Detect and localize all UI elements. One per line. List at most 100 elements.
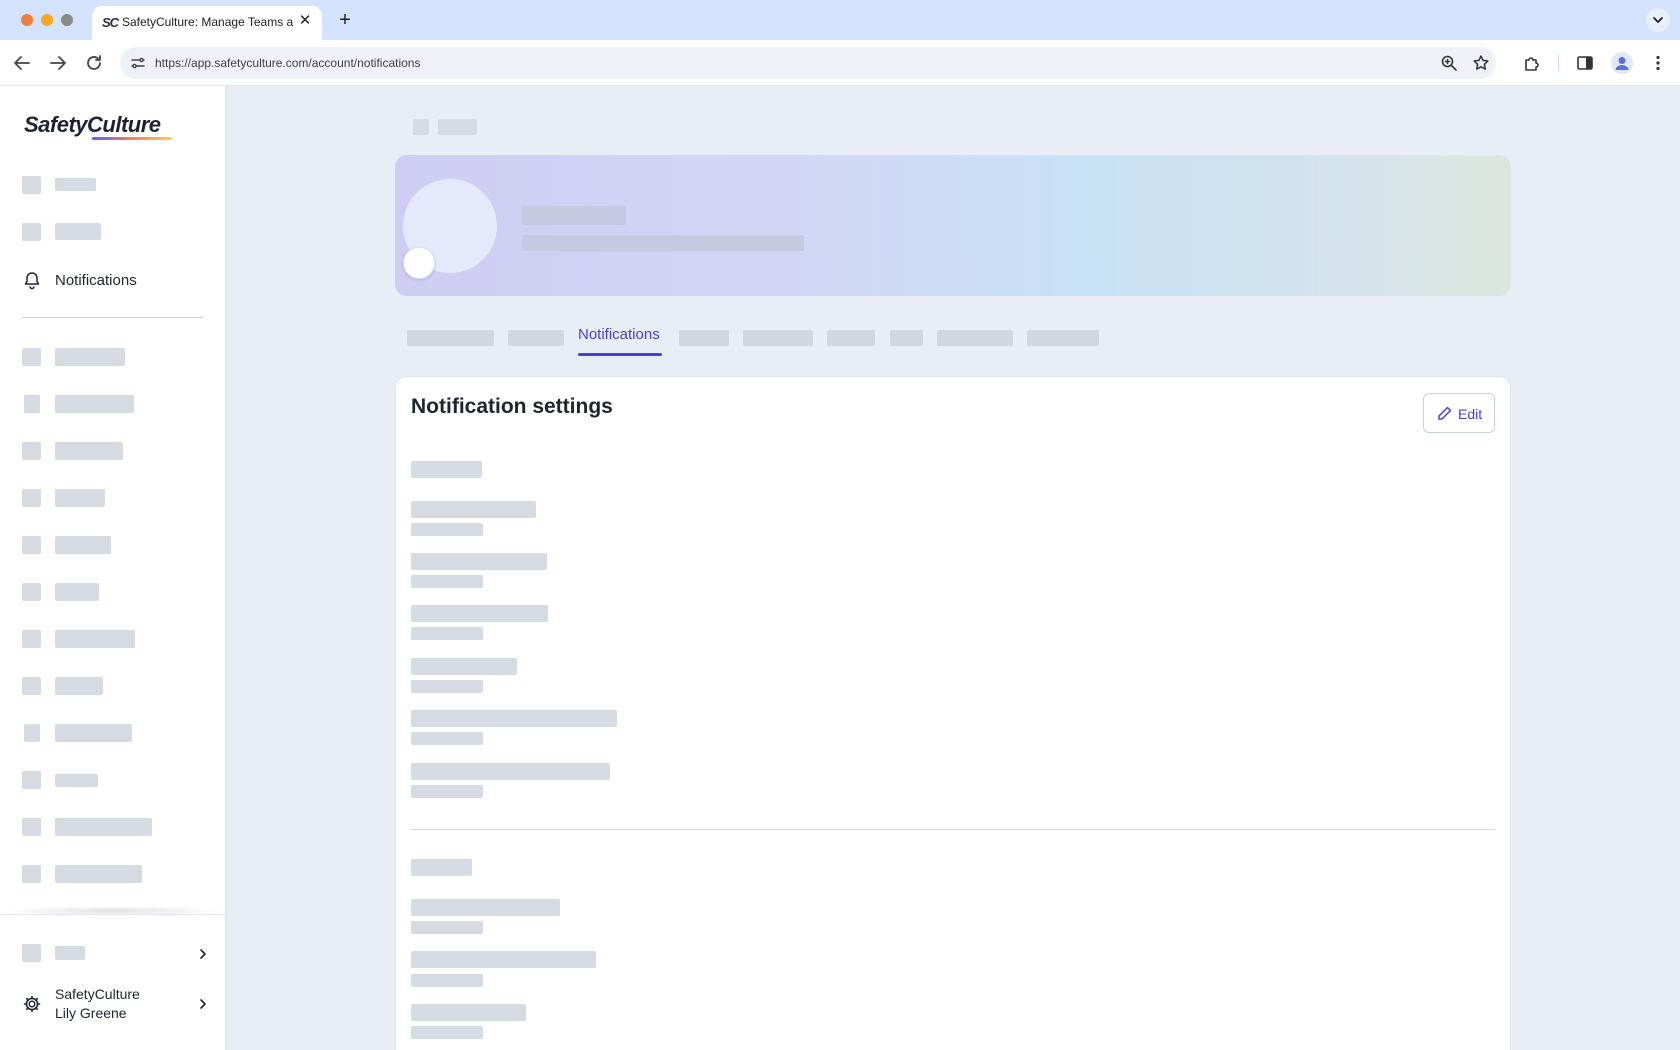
notification-settings-card: Notification settings Edit (395, 376, 1511, 1050)
setting-value-skeleton (411, 785, 483, 798)
site-settings-icon[interactable] (130, 55, 146, 71)
url-text: https://app.safetyculture.com/account/no… (155, 56, 421, 70)
tab-skeleton[interactable] (1027, 330, 1099, 346)
close-tab-icon[interactable]: ✕ (296, 12, 314, 30)
back-icon[interactable] (10, 51, 34, 75)
sidebar-skeleton-label (55, 818, 152, 836)
sidebar-skeleton-label (55, 395, 134, 413)
sidebar-skeleton-label (55, 724, 132, 742)
sidebar-skeleton-icon (24, 724, 40, 742)
sidebar-skeleton-label (55, 536, 111, 554)
tab-skeleton[interactable] (679, 330, 729, 346)
tab-skeleton[interactable] (827, 330, 875, 346)
toolbar-separator (1558, 55, 1559, 71)
sidebar-skeleton-label (55, 630, 135, 648)
sidebar-skeleton-icon (22, 442, 41, 460)
sidebar-skeleton-icon (22, 944, 41, 962)
tab-skeleton[interactable] (937, 330, 1013, 346)
sidebar-skeleton-icon (22, 865, 41, 883)
sidebar-skeleton-label (55, 946, 85, 960)
sidebar-skeleton-icon (22, 771, 41, 789)
profile-avatar-icon[interactable] (1611, 52, 1633, 74)
main-content: Notifications Notification settings Edit (227, 86, 1680, 1050)
breadcrumb-skeleton (438, 119, 477, 135)
window-minimize-button[interactable] (41, 14, 53, 26)
setting-label-skeleton (411, 951, 596, 968)
sidebar-skeleton-label (55, 774, 98, 787)
tab-favicon-icon: SC (102, 15, 119, 30)
setting-label-skeleton (411, 553, 547, 570)
profile-banner (395, 155, 1511, 296)
pencil-icon (1436, 405, 1453, 422)
reload-icon[interactable] (82, 51, 106, 75)
setting-label-skeleton (411, 605, 548, 622)
sidebar-item-notifications[interactable]: Notifications (16, 262, 208, 298)
sidebar-skeleton-icon (22, 176, 41, 194)
sidebar-skeleton-icon (22, 583, 41, 601)
sidebar-skeleton-label (55, 865, 142, 883)
tab-skeleton[interactable] (743, 330, 813, 346)
sidebar-skeleton-icon (24, 395, 40, 413)
chevron-right-icon[interactable] (196, 947, 210, 961)
sidebar-skeleton-icon (22, 630, 41, 648)
setting-label-skeleton (411, 1004, 526, 1021)
logo-underline (92, 137, 172, 140)
bookmark-star-icon[interactable] (1472, 54, 1490, 72)
sidebar-skeleton-label (55, 677, 103, 695)
setting-value-skeleton (411, 974, 483, 987)
section-heading-skeleton (411, 461, 482, 478)
gear-icon (22, 994, 42, 1014)
setting-label-skeleton (411, 658, 517, 675)
user-name: Lily Greene (55, 1005, 127, 1021)
active-tab-indicator (578, 353, 662, 356)
setting-label-skeleton (411, 763, 610, 780)
setting-value-skeleton (411, 1026, 483, 1039)
setting-value-skeleton (411, 627, 483, 640)
profile-name-skeleton (522, 206, 626, 225)
tab-search-button[interactable] (1646, 8, 1670, 32)
browser-menu-icon[interactable] (1648, 53, 1668, 73)
sidebar-skeleton-label (55, 489, 105, 507)
address-bar[interactable]: https://app.safetyculture.com/account/no… (120, 47, 1496, 79)
setting-value-skeleton (411, 921, 483, 934)
section-heading-skeleton (411, 859, 472, 876)
sidebar-skeleton-icon (22, 818, 41, 836)
card-title: Notification settings (411, 395, 613, 418)
setting-value-skeleton (411, 523, 483, 536)
org-account-menu[interactable]: SafetyCulture Lily Greene (16, 982, 212, 1026)
sidebar-skeleton-label (55, 223, 101, 240)
forward-icon[interactable] (46, 51, 70, 75)
new-tab-icon[interactable]: + (334, 9, 356, 31)
extensions-icon[interactable] (1522, 53, 1542, 73)
tab-notifications[interactable]: Notifications (578, 326, 660, 356)
bell-icon (22, 270, 42, 290)
edit-button[interactable]: Edit (1423, 393, 1495, 433)
sidebar-skeleton-icon (22, 536, 41, 554)
browser-tab[interactable]: SC SafetyCulture: Manage Teams and... ✕ (92, 6, 322, 40)
window-maximize-button[interactable] (61, 14, 73, 26)
sidebar-skeleton-label (55, 583, 99, 601)
sidebar-skeleton-icon (22, 348, 41, 366)
tab-skeleton[interactable] (890, 330, 923, 346)
sidebar-skeleton-icon (22, 677, 41, 695)
sidebar-skeleton-label (55, 442, 123, 460)
edit-avatar-button[interactable] (403, 247, 435, 279)
zoom-icon[interactable] (1440, 54, 1458, 72)
section-divider (411, 829, 1495, 830)
org-name: SafetyCulture (55, 986, 140, 1002)
setting-value-skeleton (411, 680, 483, 693)
safetyculture-logo[interactable]: SafetyCulture (24, 112, 161, 138)
sidebar-item-label: Notifications (55, 272, 137, 289)
breadcrumb-skeleton-icon (413, 119, 429, 135)
tab-skeleton[interactable] (508, 330, 564, 346)
tab-skeleton[interactable] (407, 330, 494, 346)
chevron-down-icon (1653, 17, 1663, 23)
tab-title: SafetyCulture: Manage Teams and... (122, 15, 294, 29)
sidebar: SafetyCulture Notifications SafetyCultur… (0, 86, 226, 1050)
edit-button-label: Edit (1458, 406, 1483, 422)
setting-label-skeleton (411, 710, 617, 727)
window-close-button[interactable] (21, 14, 33, 26)
browser-toolbar: https://app.safetyculture.com/account/no… (0, 40, 1680, 86)
setting-value-skeleton (411, 575, 483, 588)
side-panel-icon[interactable] (1575, 53, 1595, 73)
